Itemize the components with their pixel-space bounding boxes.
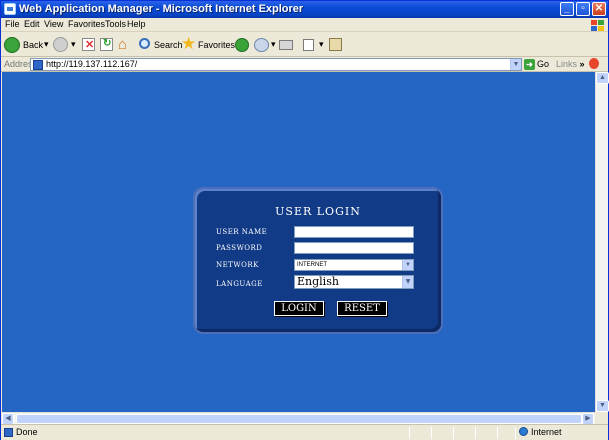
links-button[interactable]: Links » — [556, 59, 585, 69]
horizontal-scrollbar[interactable]: ◀ ▶ — [2, 412, 595, 425]
toolbar-extra-icon[interactable] — [589, 58, 599, 69]
favorites-star-icon: ★ — [181, 34, 197, 53]
status-divider — [409, 427, 410, 439]
search-label: Search — [154, 40, 183, 50]
refresh-icon: ↻ — [100, 38, 113, 51]
links-label: Links — [556, 59, 578, 69]
favorites-button[interactable]: ★ Favorites — [181, 34, 235, 54]
menu-file[interactable]: File — [5, 19, 20, 29]
username-label: USER NAME — [216, 228, 268, 236]
network-value: INTERNET — [297, 262, 327, 268]
search-icon — [139, 38, 150, 49]
discuss-icon — [329, 38, 342, 51]
status-divider — [475, 427, 476, 439]
browser-window: Web Application Manager - Microsoft Inte… — [0, 0, 609, 440]
page-icon — [33, 60, 43, 70]
windows-logo-icon — [590, 19, 604, 32]
menu-bar: File Edit View Favorites Tools Help — [1, 18, 608, 32]
menu-view[interactable]: View — [44, 19, 63, 29]
title-bar[interactable]: Web Application Manager - Microsoft Inte… — [1, 1, 608, 18]
edit-button[interactable]: ▾ — [302, 36, 326, 54]
window-title: Web Application Manager - Microsoft Inte… — [19, 3, 304, 15]
address-bar: Address http://119.137.112.167/ ▼ ➜ Go L… — [1, 57, 608, 72]
history-button[interactable] — [234, 36, 250, 54]
scroll-up-icon[interactable]: ▲ — [596, 72, 609, 84]
refresh-button[interactable]: ↻ — [99, 36, 115, 54]
maximize-button[interactable]: ▫ — [576, 2, 590, 16]
internet-globe-icon — [519, 427, 528, 436]
language-value: English — [297, 275, 339, 288]
login-title: USER LOGIN — [275, 205, 361, 218]
security-zone: Internet — [519, 427, 562, 437]
mail-dropdown-icon[interactable]: ▾ — [271, 39, 276, 50]
menu-favorites[interactable]: Favorites — [68, 19, 105, 29]
vertical-scrollbar[interactable]: ▲ ▼ — [595, 72, 609, 412]
status-divider — [453, 427, 454, 439]
stop-icon: ✕ — [82, 38, 95, 51]
login-button[interactable]: LOGIN — [274, 301, 324, 316]
home-button[interactable]: ⌂ — [118, 36, 134, 54]
network-label: NETWORK — [216, 261, 259, 269]
back-dropdown-icon[interactable]: ▾ — [44, 39, 49, 50]
language-label: LANGUAGE — [216, 280, 263, 288]
address-url[interactable]: http://119.137.112.167/ — [46, 59, 137, 69]
page-content: USER LOGIN USER NAME PASSWORD NETWORK IN… — [2, 72, 595, 412]
status-page-icon — [4, 428, 13, 437]
go-button[interactable]: Go — [537, 59, 549, 69]
forward-arrow-icon — [53, 37, 68, 52]
edit-page-icon — [303, 39, 314, 51]
menu-help[interactable]: Help — [127, 19, 146, 29]
status-divider — [515, 427, 516, 439]
links-chevron-icon: » — [579, 59, 585, 69]
print-icon — [279, 40, 293, 50]
mail-icon — [254, 38, 269, 52]
go-arrow-icon[interactable]: ➜ — [524, 59, 535, 70]
close-button[interactable]: ✕ — [592, 2, 606, 16]
menu-edit[interactable]: Edit — [24, 19, 40, 29]
status-bar: Done Internet — [1, 424, 608, 440]
edit-dropdown-icon[interactable]: ▾ — [319, 39, 324, 50]
minimize-button[interactable]: _ — [560, 2, 574, 16]
language-dropdown-icon[interactable]: ▼ — [402, 276, 413, 288]
back-arrow-icon — [4, 37, 20, 53]
print-button[interactable] — [278, 36, 294, 54]
address-input[interactable]: http://119.137.112.167/ ▼ — [30, 58, 522, 71]
history-icon — [235, 38, 249, 52]
forward-button[interactable]: ▾ — [53, 36, 77, 54]
stop-button[interactable]: ✕ — [81, 36, 97, 54]
mail-button[interactable]: ▾ — [254, 36, 280, 54]
forward-dropdown-icon[interactable]: ▾ — [71, 39, 76, 50]
language-select[interactable]: English ▼ — [294, 275, 414, 289]
menu-tools[interactable]: Tools — [105, 19, 126, 29]
status-text: Done — [16, 427, 38, 437]
horizontal-scroll-thumb[interactable] — [16, 414, 582, 424]
ie-app-icon[interactable] — [4, 3, 16, 15]
address-dropdown-icon[interactable]: ▼ — [510, 59, 521, 70]
zone-label: Internet — [531, 427, 562, 437]
favorites-label: Favorites — [198, 40, 236, 50]
home-icon: ⌂ — [118, 36, 128, 53]
back-label: Back — [23, 40, 44, 50]
login-panel: USER LOGIN USER NAME PASSWORD NETWORK IN… — [193, 187, 443, 334]
scroll-down-icon[interactable]: ▼ — [596, 400, 609, 412]
toolbar: Back ▾ ▾ ✕ ↻ ⌂ Search ★ Favorites ▾ ▾ — [1, 32, 608, 57]
search-button[interactable]: Search — [138, 36, 183, 54]
username-input[interactable] — [294, 226, 414, 238]
password-input[interactable] — [294, 242, 414, 254]
scrollbar-corner — [595, 412, 608, 424]
back-button[interactable]: Back ▾ — [4, 36, 49, 54]
reset-button[interactable]: RESET — [337, 301, 387, 316]
network-select[interactable]: INTERNET ▼ — [294, 259, 414, 271]
status-divider — [431, 427, 432, 439]
password-label: PASSWORD — [216, 244, 263, 252]
status-divider — [497, 427, 498, 439]
discuss-button[interactable] — [328, 36, 344, 54]
network-dropdown-icon[interactable]: ▼ — [402, 260, 413, 270]
